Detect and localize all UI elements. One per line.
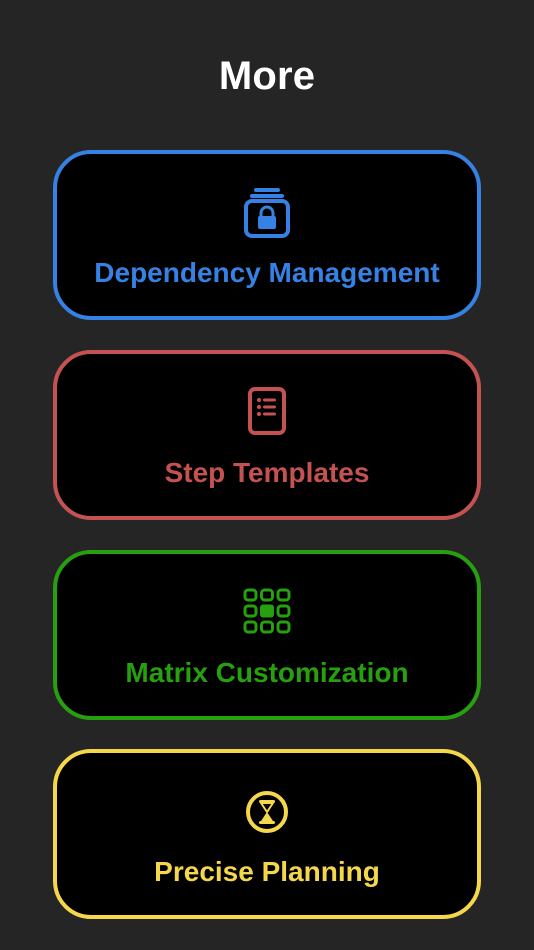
step-templates-label: Step Templates [164,457,370,488]
step-templates-button[interactable]: Step Templates [53,350,481,520]
locked-stack-icon [242,186,292,240]
precise-planning-button[interactable]: Precise Planning [53,749,481,919]
matrix-customization-button[interactable]: Matrix Customization [53,550,481,720]
matrix-customization-label: Matrix Customization [125,657,409,688]
list-document-icon [242,386,292,440]
dependency-management-label: Dependency Management [94,257,440,288]
grid-icon [242,586,292,640]
dependency-management-button[interactable]: Dependency Management [53,150,481,320]
precise-planning-label: Precise Planning [154,856,380,887]
hourglass-icon [242,785,292,839]
page-title: More [218,54,316,98]
